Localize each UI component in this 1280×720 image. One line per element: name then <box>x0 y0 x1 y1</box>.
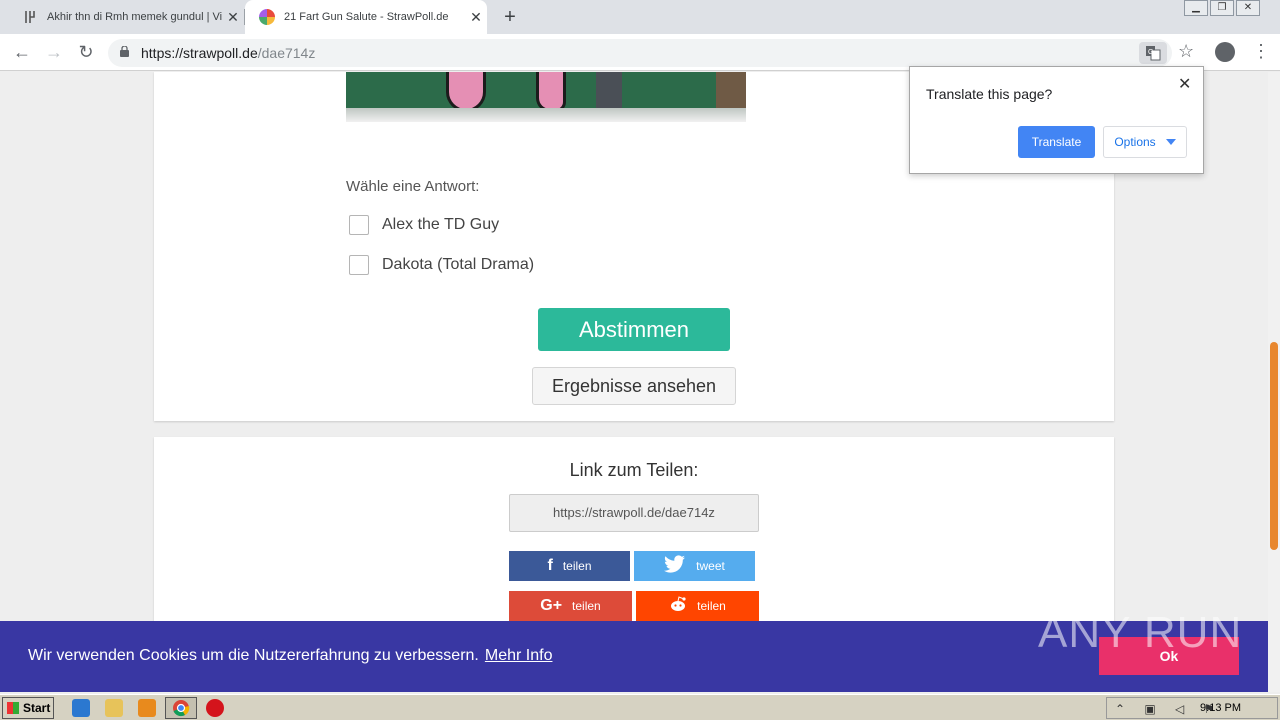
facebook-share-label: teilen <box>562 559 592 573</box>
start-button[interactable]: Start <box>2 697 54 719</box>
translate-popup-title: Translate this page? <box>926 86 1053 102</box>
chrome-icon <box>173 700 190 717</box>
tab-strawpoll[interactable]: 21 Fart Gun Salute - StrawPoll.de ✕ <box>245 0 487 34</box>
new-tab-button[interactable]: + <box>498 5 522 29</box>
vote-button[interactable]: Abstimmen <box>538 308 730 351</box>
twitter-share-button[interactable]: tweet <box>634 551 755 581</box>
tab-video[interactable]: Akhir thn di Rmh memek gundul | Vid ✕ <box>8 0 244 34</box>
twitter-share-label: tweet <box>696 559 725 573</box>
cookie-message: Wir verwenden Cookies um die Nutzererfah… <box>28 647 552 665</box>
poll-option[interactable]: Dakota (Total Drama) <box>349 253 534 277</box>
tab-strip: Akhir thn di Rmh memek gundul | Vid ✕ 21… <box>0 0 1280 34</box>
facebook-icon: f <box>547 557 553 574</box>
close-window-icon[interactable]: ✕ <box>1236 0 1260 16</box>
explorer-icon[interactable] <box>105 699 123 717</box>
tab-title: 21 Fart Gun Salute - StrawPoll.de <box>284 11 449 23</box>
translate-options-button[interactable]: Options <box>1103 126 1187 158</box>
media-player-icon[interactable] <box>138 699 156 717</box>
lock-icon <box>120 46 129 57</box>
menu-icon[interactable]: ⋮ <box>1252 41 1270 62</box>
share-link-field[interactable]: https://strawpoll.de/dae714z <box>509 494 759 532</box>
system-tray: ⌃ ▣ ◁ ⚑ 9:13 PM <box>1106 697 1278 719</box>
minimize-icon[interactable]: ▁ <box>1184 0 1208 16</box>
windows-logo-icon <box>7 702 19 714</box>
tab-close-icon[interactable]: ✕ <box>465 9 487 26</box>
reload-icon[interactable]: ↻ <box>74 41 98 65</box>
googleplus-share-button[interactable]: G+ teilen <box>509 591 632 621</box>
option-label: Dakota (Total Drama) <box>382 256 535 273</box>
url-path: /dae714z <box>257 45 316 61</box>
cookie-more-info-link[interactable]: Mehr Info <box>485 647 553 664</box>
restore-icon[interactable]: ❐ <box>1210 0 1234 16</box>
window-controls: ▁ ❐ ✕ <box>1182 0 1260 18</box>
back-icon[interactable]: ← <box>10 41 34 65</box>
poll-option[interactable]: Alex the TD Guy <box>349 213 499 237</box>
chevron-down-icon <box>1165 139 1176 145</box>
url-host: https://strawpoll.de <box>141 45 258 61</box>
option-checkbox[interactable] <box>349 215 369 235</box>
cookie-text: Wir verwenden Cookies um die Nutzererfah… <box>28 647 479 664</box>
option-label: Alex the TD Guy <box>382 216 500 233</box>
tray-icons[interactable]: ⌃ ▣ ◁ ⚑ <box>1115 702 1222 716</box>
svg-text:G: G <box>1148 49 1153 56</box>
forward-icon[interactable]: → <box>42 41 66 65</box>
poll-question: Wähle eine Antwort: <box>346 178 480 195</box>
address-bar[interactable]: https://strawpoll.de/dae714z G ☆ <box>108 39 1194 67</box>
translate-icon[interactable]: G <box>1139 42 1167 64</box>
chrome-taskbar-button[interactable] <box>165 697 197 719</box>
opera-icon[interactable] <box>206 699 224 717</box>
anyrun-watermark: ANY RUN <box>1038 608 1243 657</box>
twitter-icon <box>664 554 686 578</box>
poll-image <box>346 72 746 122</box>
start-label: Start <box>23 701 51 715</box>
strawpoll-favicon-icon <box>259 9 275 25</box>
reddit-share-button[interactable]: teilen <box>636 591 759 621</box>
reddit-share-label: teilen <box>697 599 726 613</box>
view-results-button[interactable]: Ergebnisse ansehen <box>532 367 736 405</box>
share-title: Link zum Teilen: <box>569 460 699 480</box>
reddit-icon <box>669 595 687 617</box>
ie-icon[interactable] <box>72 699 90 717</box>
option-checkbox[interactable] <box>349 255 369 275</box>
taskbar: Start ⌃ ▣ ◁ ⚑ 9:13 PM <box>0 694 1280 720</box>
bookmark-star-icon[interactable]: ☆ <box>1178 41 1194 62</box>
googleplus-share-label: teilen <box>572 599 601 613</box>
scrollbar-thumb[interactable] <box>1270 342 1278 550</box>
facebook-share-button[interactable]: f teilen <box>509 551 630 581</box>
account-icon[interactable] <box>1215 42 1235 62</box>
tab-favicon-icon <box>22 9 38 25</box>
url-text: https://strawpoll.de/dae714z <box>141 45 315 61</box>
tab-title: Akhir thn di Rmh memek gundul | Vid <box>47 11 222 23</box>
translate-popup: Translate this page? ✕ Translate Options <box>909 66 1204 174</box>
options-label: Options <box>1114 135 1156 149</box>
tab-close-icon[interactable]: ✕ <box>222 9 244 26</box>
close-icon[interactable]: ✕ <box>1178 74 1191 94</box>
translate-button[interactable]: Translate <box>1018 126 1095 158</box>
googleplus-icon: G+ <box>540 597 563 614</box>
